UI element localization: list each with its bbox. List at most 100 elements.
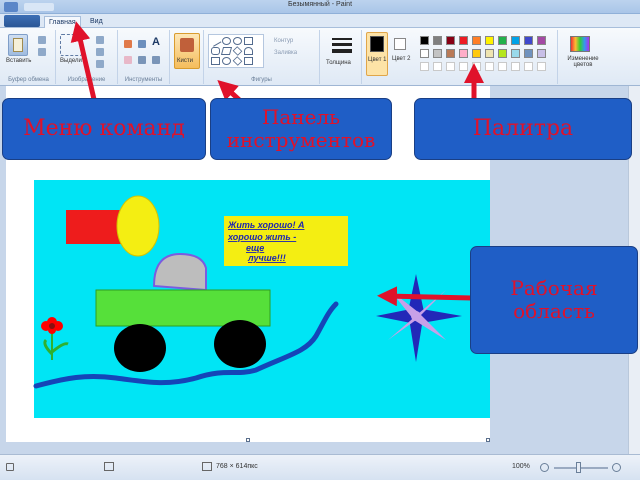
color1-button[interactable]: Цвет 1	[366, 32, 388, 76]
zoom-slider[interactable]	[554, 467, 608, 469]
file-menu-button[interactable]	[4, 15, 40, 27]
palette-swatch[interactable]	[433, 49, 442, 58]
star-shape-icon[interactable]	[222, 57, 231, 65]
palette-swatch[interactable]	[433, 36, 442, 45]
outline-label[interactable]: Контур	[274, 38, 293, 44]
custom-color-slot[interactable]	[537, 62, 546, 71]
tab-home[interactable]: Главная	[44, 16, 81, 28]
color1-label: Цвет 1	[368, 57, 387, 63]
palette-swatch[interactable]	[420, 36, 429, 45]
thin-line-icon	[332, 38, 352, 40]
selection-size-icon	[104, 462, 114, 471]
caption-line-4: лучше!!!	[247, 253, 286, 263]
palette-swatch[interactable]	[446, 36, 455, 45]
custom-color-slot[interactable]	[472, 62, 481, 71]
color2-swatch[interactable]	[394, 38, 406, 50]
edit-colors-label[interactable]: Изменение цветов	[560, 56, 606, 68]
palette-swatch[interactable]	[459, 49, 468, 58]
brushes-group: Кисти	[170, 30, 204, 84]
resize-icon[interactable]	[96, 48, 104, 56]
palette-swatch[interactable]	[511, 36, 520, 45]
paste-button[interactable]	[8, 34, 28, 56]
custom-color-slot[interactable]	[433, 62, 442, 71]
cursor-position-icon	[6, 463, 14, 471]
cut-icon[interactable]	[38, 36, 46, 44]
yellow-oval-shape	[116, 195, 160, 257]
brushes-label: Кисти	[177, 58, 193, 64]
clipboard-group-caption: Буфер обмена	[8, 77, 49, 83]
copy-icon[interactable]	[38, 48, 46, 56]
palette-swatch[interactable]	[485, 49, 494, 58]
palette-swatch[interactable]	[420, 49, 429, 58]
fill-bucket-icon[interactable]	[138, 40, 146, 48]
rounded-rect-shape-icon[interactable]	[211, 47, 220, 55]
resize-handle-corner[interactable]	[486, 438, 490, 442]
palette-swatch[interactable]	[537, 49, 546, 58]
custom-color-slot[interactable]	[524, 62, 533, 71]
title-bar: Безымянный - Paint	[0, 0, 640, 14]
custom-color-slot[interactable]	[420, 62, 429, 71]
rectangle-shape-icon[interactable]	[244, 37, 253, 45]
custom-color-slot[interactable]	[498, 62, 507, 71]
rotate-icon[interactable]	[96, 60, 104, 68]
palette-swatch[interactable]	[498, 49, 507, 58]
callout-work-area: Рабочая область	[470, 246, 638, 354]
diamond-shape-icon[interactable]	[232, 46, 243, 56]
palette-swatch[interactable]	[446, 49, 455, 58]
palette-swatch[interactable]	[511, 49, 520, 58]
text-tool-icon[interactable]: A	[152, 36, 160, 48]
palette-swatch[interactable]	[472, 49, 481, 58]
color1-swatch	[370, 36, 384, 52]
crop-icon[interactable]	[96, 36, 104, 44]
custom-color-slot[interactable]	[511, 62, 520, 71]
tools-group: A Инструменты	[118, 30, 170, 84]
custom-color-slot[interactable]	[446, 62, 455, 71]
size-group: Толщина	[322, 30, 362, 84]
shapes-group: Контур Заливка Фигуры	[204, 30, 320, 84]
palette-swatch[interactable]	[498, 36, 507, 45]
color-picker-icon[interactable]	[138, 56, 146, 64]
tab-view[interactable]: Вид	[86, 16, 107, 28]
caption-line-1: Жить хорошо! А	[227, 220, 304, 230]
callout-shape-icon[interactable]	[244, 57, 253, 65]
pencil-icon[interactable]	[124, 40, 132, 48]
triangle-shape-icon[interactable]	[244, 47, 253, 55]
custom-color-slot[interactable]	[459, 62, 468, 71]
clipboard-group: Вставить Буфер обмена	[2, 30, 56, 84]
callout-menu: Меню команд	[2, 98, 206, 160]
pentagon-shape-icon[interactable]	[232, 56, 243, 66]
thick-line-icon	[332, 49, 352, 53]
zoom-in-button[interactable]	[612, 463, 621, 472]
callout-palette: Палитра	[414, 98, 632, 160]
edit-colors-icon[interactable]	[570, 36, 590, 52]
eraser-icon[interactable]	[124, 56, 132, 64]
fill-label[interactable]: Заливка	[274, 50, 297, 56]
curve-shape-icon[interactable]	[222, 37, 231, 45]
line-shape-icon[interactable]	[209, 35, 222, 47]
canvas-size-text: 768 × 614пкс	[216, 463, 258, 470]
canvas-size-icon	[202, 462, 212, 471]
palette-swatch[interactable]	[485, 36, 494, 45]
zoom-slider-thumb[interactable]	[576, 462, 581, 473]
brushes-button[interactable]: Кисти	[174, 33, 200, 69]
palette-swatch[interactable]	[472, 36, 481, 45]
status-bar: 768 × 614пкс 100%	[0, 454, 640, 480]
magnifier-icon[interactable]	[152, 56, 160, 64]
arrow-shape-icon[interactable]	[211, 57, 220, 65]
size-label[interactable]: Толщина	[326, 60, 351, 66]
color2-label: Цвет 2	[392, 56, 411, 62]
palette-swatch[interactable]	[537, 36, 546, 45]
right-wheel-shape	[214, 320, 266, 368]
custom-color-slot[interactable]	[485, 62, 494, 71]
palette-swatch[interactable]	[524, 36, 533, 45]
tools-group-caption: Инструменты	[124, 77, 163, 83]
shapes-gallery[interactable]	[208, 34, 264, 68]
zoom-out-button[interactable]	[540, 463, 549, 472]
oval-shape-icon[interactable]	[233, 37, 242, 45]
resize-handle-bottom[interactable]	[246, 438, 250, 442]
palette-swatch[interactable]	[524, 49, 533, 58]
palette-swatch[interactable]	[459, 36, 468, 45]
select-button[interactable]	[60, 34, 82, 56]
polygon-shape-icon[interactable]	[220, 47, 233, 55]
grey-cabin-shape	[152, 252, 207, 292]
